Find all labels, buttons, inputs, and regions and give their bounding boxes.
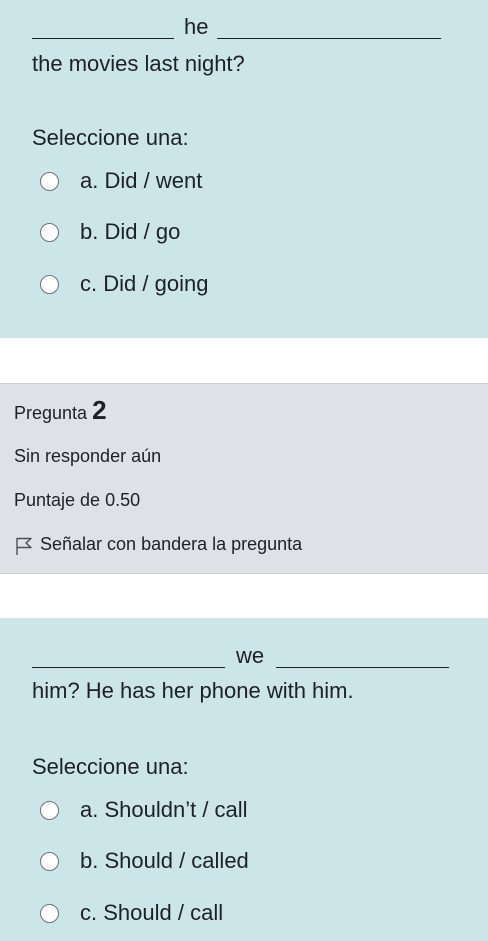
- question-1-text: the movies last night?: [32, 51, 245, 76]
- radio-empty-icon[interactable]: [40, 904, 59, 923]
- flag-outline-icon: [16, 537, 32, 555]
- option-c[interactable]: c. Did / going: [32, 270, 452, 304]
- question-number: Pregunta 2: [14, 395, 107, 425]
- blank-1: [32, 667, 225, 668]
- question-1-panel: he the movies last night? Seleccione una…: [0, 0, 488, 338]
- option-label: b. Did / go: [80, 219, 181, 244]
- blank-1: [32, 38, 174, 39]
- select-one-label: Seleccione una:: [32, 125, 189, 150]
- option-label: a. Shouldn’t / call: [80, 797, 248, 822]
- radio-empty-icon[interactable]: [40, 801, 59, 820]
- question-score: Puntaje de 0.50: [14, 490, 141, 510]
- option-label: c. Should / call: [80, 900, 224, 925]
- blank-2: [276, 667, 449, 668]
- question-1-prompt-line: he: [0, 12, 488, 42]
- option-b[interactable]: b. Should / called: [32, 847, 452, 881]
- option-a[interactable]: a. Shouldn’t / call: [32, 796, 452, 830]
- select-one-label: Seleccione una:: [32, 754, 189, 779]
- option-label: a. Did / went: [80, 168, 203, 193]
- option-a[interactable]: a. Did / went: [32, 167, 452, 201]
- question-info: Pregunta 2 Sin responder aún Puntaje de …: [0, 383, 488, 574]
- radio-empty-icon[interactable]: [40, 852, 59, 871]
- question-number-value: 2: [92, 395, 107, 425]
- question-2-text: him? He has her phone with him.: [32, 678, 354, 703]
- question-2-panel: we him? He has her phone with him. Selec…: [0, 618, 488, 941]
- radio-empty-icon[interactable]: [40, 172, 59, 191]
- blank-2: [217, 38, 441, 39]
- flag-question-label: Señalar con bandera la pregunta: [40, 534, 303, 554]
- prompt-word: he: [184, 14, 209, 39]
- option-b[interactable]: b. Did / go: [32, 218, 452, 252]
- radio-empty-icon[interactable]: [40, 223, 59, 242]
- prompt-word: we: [236, 643, 265, 668]
- option-label: b. Should / called: [80, 848, 249, 873]
- option-c[interactable]: c. Should / call: [32, 899, 452, 933]
- option-label: c. Did / going: [80, 271, 209, 296]
- question-status: Sin responder aún: [14, 446, 162, 466]
- radio-empty-icon[interactable]: [40, 275, 59, 294]
- question-2-prompt-line: we: [0, 641, 488, 671]
